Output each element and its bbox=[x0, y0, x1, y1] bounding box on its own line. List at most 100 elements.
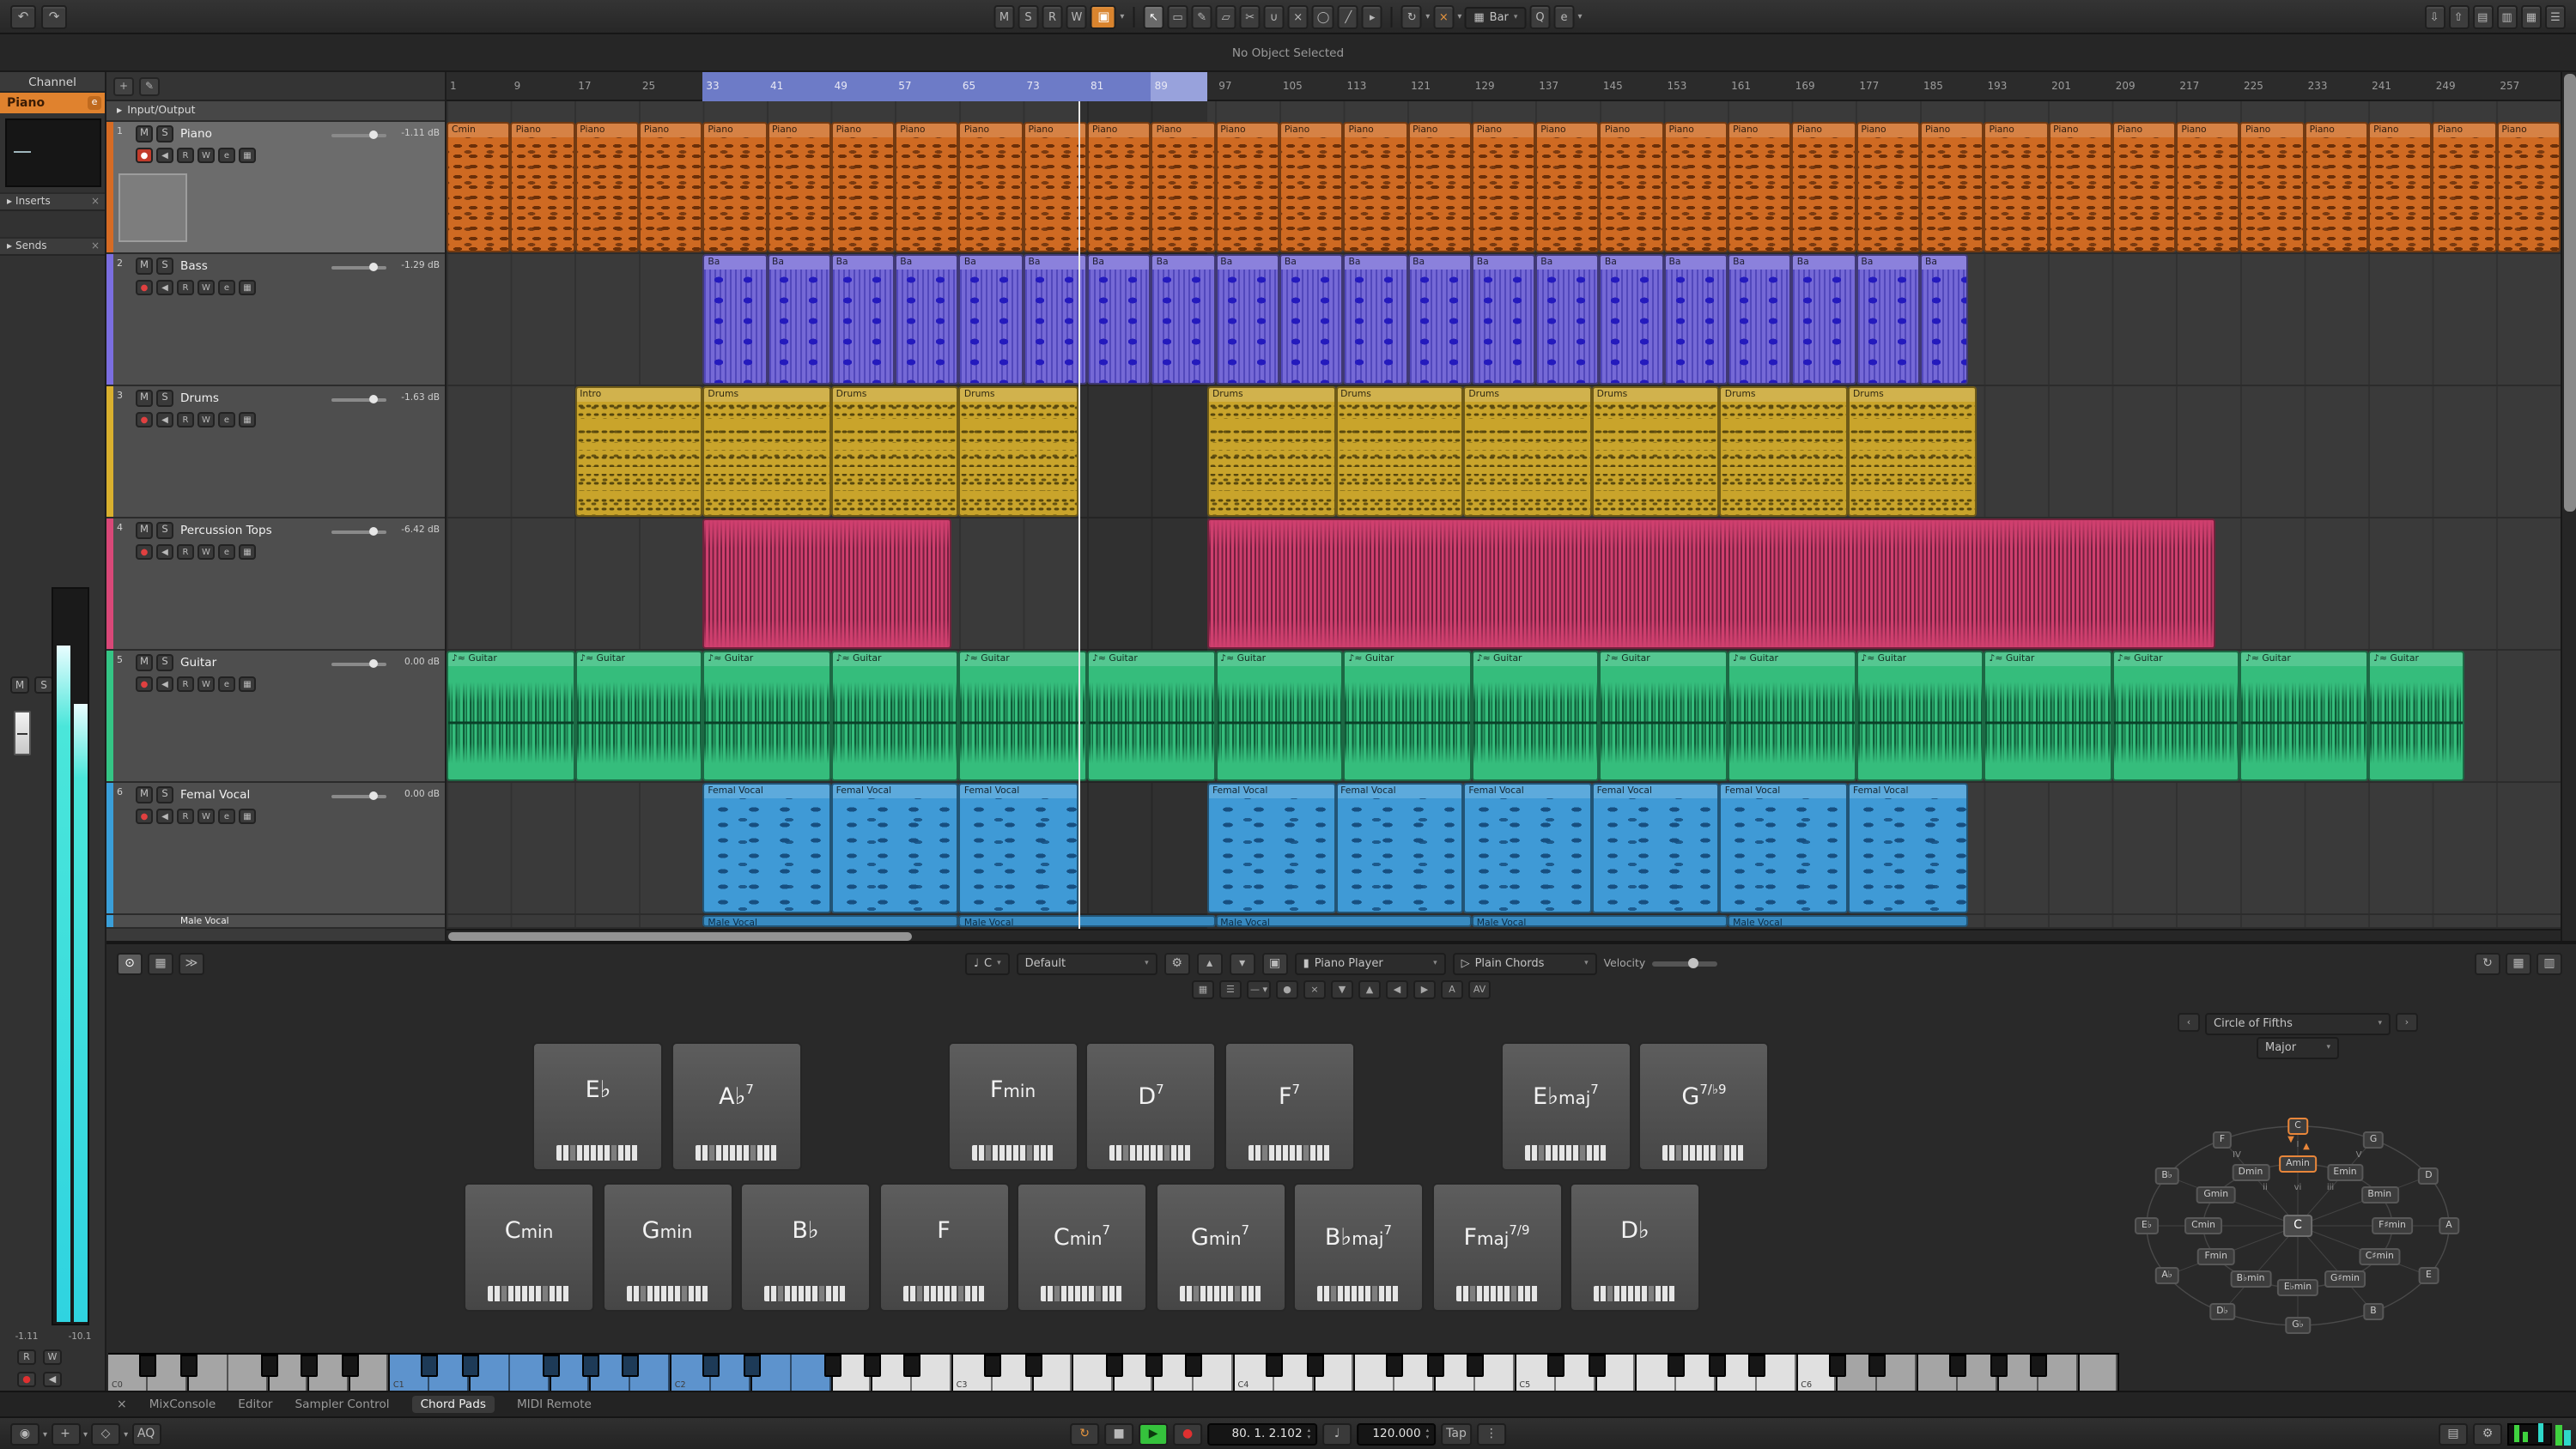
track-mute-button[interactable]: M bbox=[136, 258, 153, 275]
cof-outer-a[interactable]: A bbox=[2439, 1217, 2458, 1234]
cof-inner-bbmin[interactable]: B♭min bbox=[2230, 1270, 2272, 1288]
track-mute-button[interactable]: M bbox=[136, 654, 153, 671]
clip-bass[interactable]: Ba bbox=[1792, 254, 1856, 385]
clip-femal-vocal[interactable]: Femal Vocal bbox=[1335, 783, 1463, 913]
draw-tool[interactable]: ✎ bbox=[1192, 5, 1212, 29]
clip-guitar[interactable]: ♪≈ Guitar bbox=[447, 651, 574, 781]
channel-track-name[interactable]: Pianoe bbox=[0, 93, 105, 113]
piano-key-black[interactable] bbox=[1950, 1355, 1967, 1377]
clip-femal-vocal[interactable]: Femal Vocal bbox=[702, 783, 830, 913]
player-dropdown[interactable]: ▮Piano Player▾ bbox=[1295, 952, 1446, 974]
cof-inner-fmin[interactable]: Fmin bbox=[2197, 1248, 2234, 1265]
track-record-arm-button[interactable]: ● bbox=[136, 412, 153, 427]
piano-key-black[interactable] bbox=[1547, 1355, 1564, 1377]
track-solo-button[interactable]: S bbox=[156, 125, 173, 142]
delete-pad-icon[interactable]: × bbox=[1303, 980, 1326, 999]
clip-percussion-tops[interactable] bbox=[702, 518, 951, 649]
track-write-button[interactable]: W bbox=[197, 676, 215, 692]
track-row-male-vocal[interactable]: Male Vocal bbox=[106, 915, 445, 929]
piano-key-black[interactable] bbox=[140, 1355, 157, 1377]
track-picture[interactable] bbox=[118, 173, 187, 242]
transpose-down-button[interactable]: ▾ bbox=[1230, 952, 1255, 974]
erase-tool[interactable]: ▱ bbox=[1216, 5, 1236, 29]
move-left-icon[interactable]: ◀ bbox=[1386, 980, 1408, 999]
clip-guitar[interactable]: ♪≈ Guitar bbox=[1728, 651, 1856, 781]
arrange-area[interactable]: CminPianoPianoPianoPianoPianoPianoPianoP… bbox=[447, 101, 2561, 929]
volume-knob[interactable] bbox=[370, 659, 379, 668]
clip-guitar[interactable]: ♪≈ Guitar bbox=[1343, 651, 1471, 781]
track-write-button[interactable]: W bbox=[197, 412, 215, 427]
toolbar-s-button[interactable]: S bbox=[1018, 5, 1039, 29]
piano-key-black[interactable] bbox=[1748, 1355, 1765, 1377]
clip-guitar[interactable]: ♪≈ Guitar bbox=[1600, 651, 1728, 781]
prev-assistant-button[interactable]: ‹ bbox=[2178, 1013, 2200, 1032]
track-read-button[interactable]: R bbox=[177, 412, 194, 427]
clip-drums[interactable]: Drums bbox=[1463, 386, 1591, 517]
import-icon[interactable]: ⇩ bbox=[2424, 5, 2445, 29]
clip-drums[interactable]: Intro bbox=[574, 386, 702, 517]
piano-key-black[interactable] bbox=[743, 1355, 760, 1377]
velocity-slider[interactable] bbox=[1652, 961, 1717, 966]
track-write-button[interactable]: W bbox=[197, 148, 215, 163]
clip-bass[interactable]: Ba bbox=[831, 254, 896, 385]
piano-key-black[interactable] bbox=[180, 1355, 197, 1377]
tab-mixconsole[interactable]: MixConsole bbox=[149, 1397, 216, 1411]
output-range-dropdown[interactable]: — ▾ bbox=[1247, 980, 1271, 999]
clip-male-vocal[interactable]: Male Vocal bbox=[1728, 915, 1968, 927]
track-record-arm-button[interactable]: ● bbox=[136, 676, 153, 692]
punch-menu-icon[interactable]: + bbox=[51, 1423, 80, 1446]
track-mute-button[interactable]: M bbox=[136, 390, 153, 407]
chord-pad-gmin[interactable]: Gmin bbox=[602, 1183, 732, 1312]
pads-display-icon[interactable]: ▦ bbox=[148, 952, 173, 974]
track-read-button[interactable]: R bbox=[177, 148, 194, 163]
cof-outer-eb[interactable]: E♭ bbox=[2135, 1217, 2159, 1234]
clip-piano[interactable]: Piano bbox=[1151, 122, 1216, 252]
track-edit-button[interactable]: e bbox=[218, 280, 235, 295]
clip-piano[interactable]: Piano bbox=[1728, 122, 1792, 252]
cof-outer-f[interactable]: F bbox=[2213, 1131, 2232, 1149]
cof-inner-emin[interactable]: Emin bbox=[2326, 1164, 2363, 1181]
clip-bass[interactable]: Ba bbox=[1215, 254, 1279, 385]
track-edit-button[interactable]: e bbox=[218, 809, 235, 824]
clip-bass[interactable]: Ba bbox=[767, 254, 831, 385]
cof-outer-g[interactable]: G bbox=[2363, 1131, 2384, 1149]
clip-guitar[interactable]: ♪≈ Guitar bbox=[1984, 651, 2112, 781]
chord-pad-d7[interactable]: D7 bbox=[1086, 1042, 1217, 1171]
piano-key-black[interactable] bbox=[1427, 1355, 1444, 1377]
piano-key-black[interactable] bbox=[422, 1355, 439, 1377]
mixer-window-icon[interactable]: ▥ bbox=[2496, 5, 2517, 29]
cof-outer-b[interactable]: B bbox=[2363, 1303, 2383, 1320]
track-monitor-button[interactable]: ◀ bbox=[156, 676, 173, 692]
next-assistant-button[interactable]: › bbox=[2396, 1013, 2418, 1032]
snapshot-button[interactable]: ▣ bbox=[1262, 952, 1288, 974]
clip-piano[interactable]: Piano bbox=[2433, 122, 2497, 252]
record-arm-button[interactable]: ● bbox=[17, 1372, 36, 1387]
clip-femal-vocal[interactable]: Femal Vocal bbox=[1207, 783, 1335, 913]
clip-piano[interactable]: Piano bbox=[1984, 122, 2049, 252]
volume-knob[interactable] bbox=[370, 130, 379, 139]
piano-key-black[interactable] bbox=[984, 1355, 1001, 1377]
track-read-button[interactable]: R bbox=[177, 676, 194, 692]
chord-pad-ebmaj7[interactable]: E♭maj7 bbox=[1501, 1042, 1631, 1171]
track-solo-button[interactable]: S bbox=[156, 258, 173, 275]
piano-key-black[interactable] bbox=[1024, 1355, 1042, 1377]
lane-piano[interactable]: CminPianoPianoPianoPianoPianoPianoPianoP… bbox=[447, 122, 2561, 254]
clip-drums[interactable]: Drums bbox=[1207, 386, 1335, 517]
velocity-knob[interactable] bbox=[1688, 957, 1698, 967]
position-display[interactable]: 80. 1. 2.102 ▴▾ bbox=[1207, 1423, 1317, 1446]
track-row-percussion-tops[interactable]: 4MSPercussion Tops-6.42 dB●◀RWe▦ bbox=[106, 518, 445, 651]
track-record-arm-button[interactable]: ● bbox=[136, 544, 153, 560]
marker-menu-icon[interactable]: ◇ bbox=[91, 1423, 120, 1446]
clip-piano[interactable]: Piano bbox=[831, 122, 896, 252]
transport-menu-button[interactable]: ⋮ bbox=[1477, 1423, 1506, 1446]
chord-pads-power-button[interactable]: ⊙ bbox=[117, 952, 143, 974]
clip-piano[interactable]: Piano bbox=[895, 122, 959, 252]
piano-key-black[interactable] bbox=[462, 1355, 479, 1377]
autoscroll-button[interactable]: ↻ bbox=[1401, 5, 1422, 29]
clip-guitar[interactable]: ♪≈ Guitar bbox=[1472, 651, 1600, 781]
track-record-arm-button[interactable]: ● bbox=[136, 280, 153, 295]
lane-male-vocal[interactable]: Male VocalMale VocalMale VocalMale Vocal… bbox=[447, 915, 2561, 929]
adaptive-voicing-badge[interactable]: A bbox=[1441, 980, 1463, 999]
bypass-icon[interactable]: × bbox=[91, 238, 100, 255]
clip-male-vocal[interactable]: Male Vocal bbox=[1472, 915, 1728, 927]
